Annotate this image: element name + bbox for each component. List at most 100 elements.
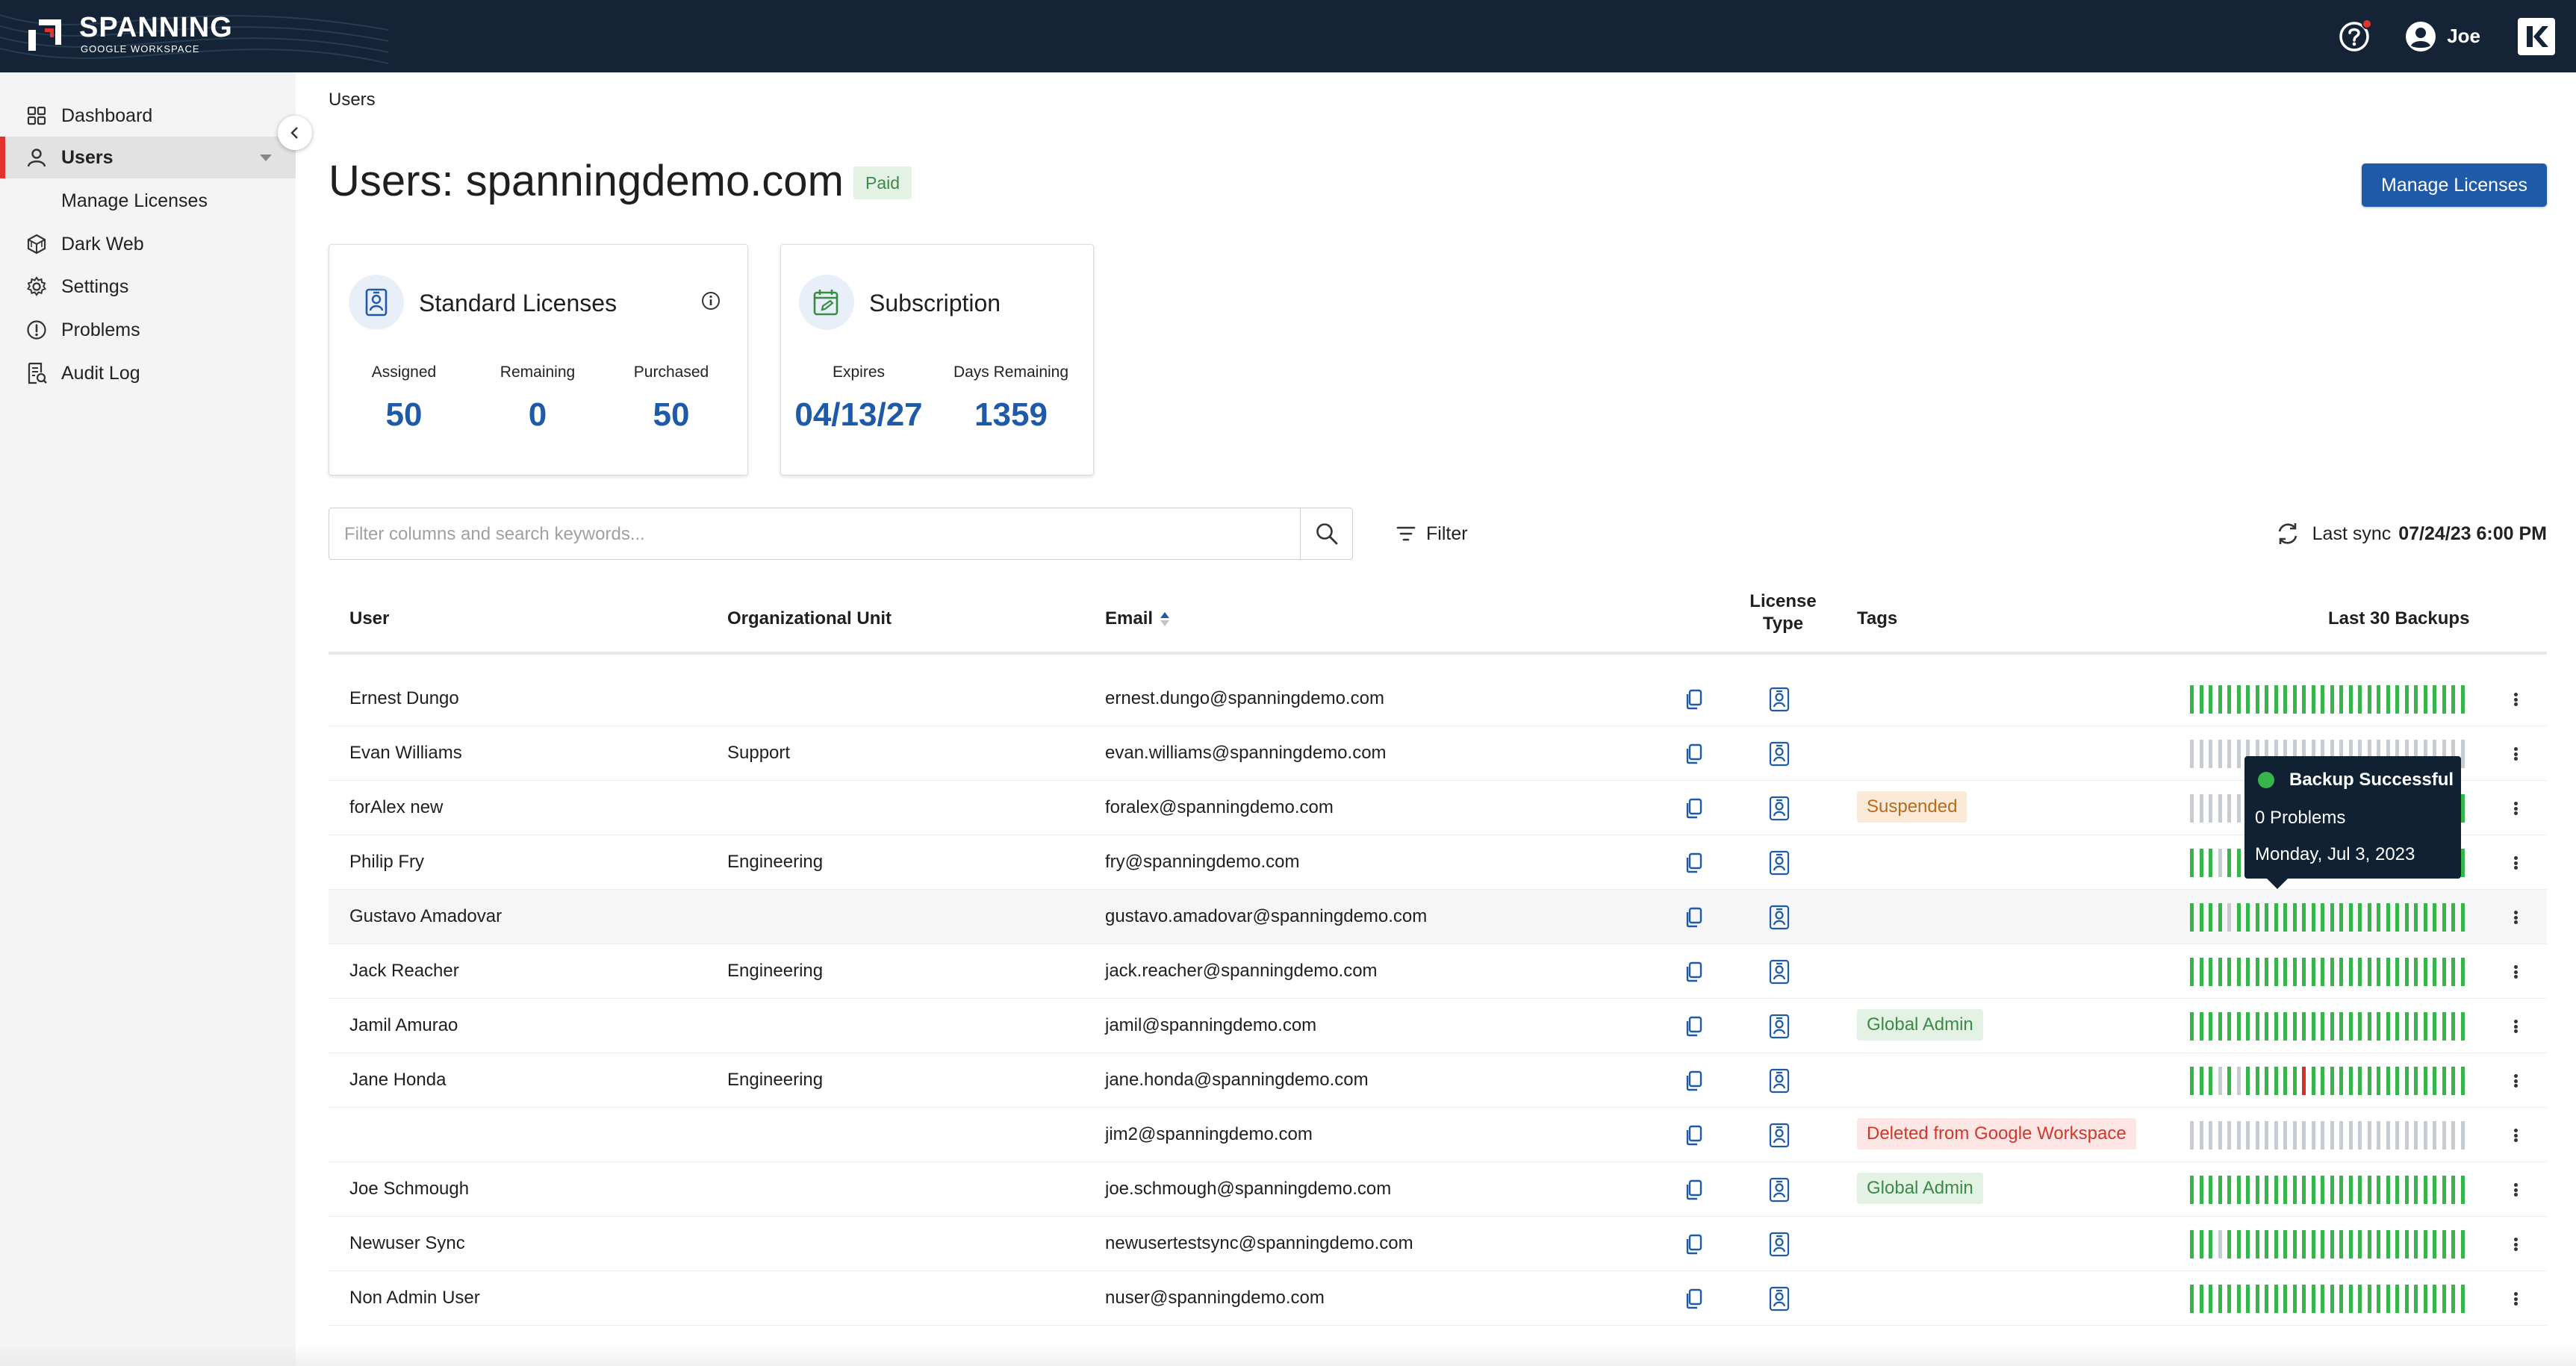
backup-bar[interactable] — [2218, 794, 2222, 823]
backup-bar[interactable] — [2442, 1067, 2446, 1095]
backup-bar[interactable] — [2218, 1230, 2222, 1259]
backup-bar[interactable] — [2321, 903, 2324, 932]
backup-bar[interactable] — [2274, 1285, 2278, 1313]
backup-bar[interactable] — [2209, 1067, 2212, 1095]
backup-bar[interactable] — [2367, 958, 2371, 986]
user-name-cell[interactable]: Newuser Sync — [349, 1233, 465, 1254]
user-name-cell[interactable]: Gustavo Amadovar — [349, 906, 502, 927]
backup-bar[interactable] — [2339, 1012, 2343, 1041]
backup-bar[interactable] — [2209, 1285, 2212, 1313]
backup-bar[interactable] — [2386, 1176, 2390, 1204]
backup-bar[interactable] — [2246, 1176, 2250, 1204]
column-header-license-type[interactable]: License Type — [1742, 590, 1824, 635]
backup-bar[interactable] — [2460, 1285, 2465, 1313]
backup-bar[interactable] — [2209, 794, 2212, 823]
backup-bar[interactable] — [2227, 740, 2231, 768]
backup-bar[interactable] — [2367, 1285, 2371, 1313]
backup-bar[interactable] — [2339, 958, 2343, 986]
sync-icon[interactable] — [2275, 521, 2300, 546]
backup-bar[interactable] — [2451, 1012, 2455, 1041]
column-header-tags[interactable]: Tags — [1857, 608, 1897, 629]
backup-bar[interactable] — [2199, 958, 2203, 986]
backup-bar[interactable] — [2433, 903, 2436, 932]
user-name-cell[interactable]: Non Admin User — [349, 1288, 480, 1309]
backup-bar[interactable] — [2442, 1230, 2446, 1259]
backup-bar[interactable] — [2386, 1121, 2390, 1150]
copy-icon[interactable] — [1684, 906, 1705, 929]
user-name-cell[interactable]: forAlex new — [349, 797, 443, 818]
backup-bar[interactable] — [2265, 1285, 2268, 1313]
backup-bar[interactable] — [2302, 1230, 2306, 1259]
backup-bar[interactable] — [2423, 1176, 2427, 1204]
backup-bar[interactable] — [2283, 903, 2287, 932]
backup-bar[interactable] — [2236, 1176, 2241, 1204]
backup-bar[interactable] — [2190, 1285, 2194, 1313]
backup-bar[interactable] — [2377, 685, 2380, 714]
backup-bar[interactable] — [2339, 1176, 2343, 1204]
backup-bar[interactable] — [2292, 903, 2297, 932]
backup-bar[interactable] — [2265, 1230, 2268, 1259]
backup-bar[interactable] — [2227, 685, 2231, 714]
user-name-cell[interactable]: Jane Honda — [349, 1070, 446, 1091]
copy-icon[interactable] — [1684, 1070, 1705, 1092]
kaseya-app-button[interactable] — [2518, 17, 2555, 55]
backup-bar[interactable] — [2442, 1121, 2446, 1150]
backup-bar[interactable] — [2404, 1067, 2409, 1095]
backup-bar[interactable] — [2311, 1230, 2315, 1259]
backup-bar[interactable] — [2218, 958, 2222, 986]
row-actions-menu-icon[interactable] — [2505, 906, 2526, 929]
backup-bar[interactable] — [2190, 794, 2194, 823]
backup-bar[interactable] — [2199, 685, 2203, 714]
backup-bar[interactable] — [2451, 958, 2455, 986]
backup-bar[interactable] — [2218, 1067, 2222, 1095]
backup-bar[interactable] — [2265, 1012, 2268, 1041]
sidebar-item-audit-log[interactable]: Audit Log — [0, 352, 296, 394]
backup-bar[interactable] — [2265, 1067, 2268, 1095]
backup-bar[interactable] — [2199, 1121, 2203, 1150]
sidebar-item-manage-licenses[interactable]: Manage Licenses — [0, 180, 296, 222]
row-actions-menu-icon[interactable] — [2505, 961, 2526, 983]
backup-bar[interactable] — [2404, 903, 2409, 932]
backup-bar[interactable] — [2209, 1121, 2212, 1150]
backup-bar[interactable] — [2255, 1012, 2259, 1041]
sidebar-item-users[interactable]: Users — [0, 137, 296, 178]
backup-bar[interactable] — [2292, 1285, 2297, 1313]
backup-bar[interactable] — [2451, 1230, 2455, 1259]
backup-bar[interactable] — [2302, 903, 2306, 932]
backup-bar[interactable] — [2433, 1285, 2436, 1313]
table-row[interactable]: Jack Reacher Engineering jack.reacher@span… — [329, 944, 2547, 999]
backup-bar[interactable] — [2255, 1285, 2259, 1313]
backup-bar[interactable] — [2283, 1012, 2287, 1041]
backup-bar[interactable] — [2358, 903, 2362, 932]
user-name-cell[interactable]: Philip Fry — [349, 852, 424, 873]
copy-icon[interactable] — [1684, 1233, 1705, 1256]
column-header-ou[interactable]: Organizational Unit — [727, 608, 892, 629]
backup-bar[interactable] — [2451, 1285, 2455, 1313]
backup-bar[interactable] — [2246, 1121, 2250, 1150]
backup-bar[interactable] — [2190, 1176, 2194, 1204]
backup-bar[interactable] — [2451, 1121, 2455, 1150]
backup-bar[interactable] — [2302, 1012, 2306, 1041]
user-menu[interactable]: Joe — [2405, 21, 2480, 52]
backup-bar[interactable] — [2460, 794, 2465, 823]
backup-bar[interactable] — [2367, 685, 2371, 714]
backup-bar[interactable] — [2404, 685, 2409, 714]
column-header-email-wrap[interactable]: Email — [1105, 608, 1170, 629]
backup-bar[interactable] — [2199, 1285, 2203, 1313]
backup-bar[interactable] — [2274, 1230, 2278, 1259]
backup-bar[interactable] — [2386, 1285, 2390, 1313]
copy-icon[interactable] — [1684, 743, 1705, 765]
backup-bar[interactable] — [2348, 1012, 2353, 1041]
backup-bar[interactable] — [2321, 685, 2324, 714]
backup-bar[interactable] — [2423, 958, 2427, 986]
backup-bar[interactable] — [2283, 1176, 2287, 1204]
table-row[interactable]: Non Admin User nuser@spanningdemo.com — [329, 1271, 2547, 1326]
backup-bar[interactable] — [2395, 1067, 2399, 1095]
backup-bar[interactable] — [2377, 1176, 2380, 1204]
table-row[interactable]: forAlex new foralex@spanningdemo.com Suspe… — [329, 781, 2547, 835]
copy-icon[interactable] — [1684, 852, 1705, 874]
column-header-backups[interactable]: Last 30 Backups — [2328, 608, 2469, 629]
backup-bar[interactable] — [2348, 1067, 2353, 1095]
backup-bar[interactable] — [2377, 1012, 2380, 1041]
backup-bar[interactable] — [2395, 958, 2399, 986]
